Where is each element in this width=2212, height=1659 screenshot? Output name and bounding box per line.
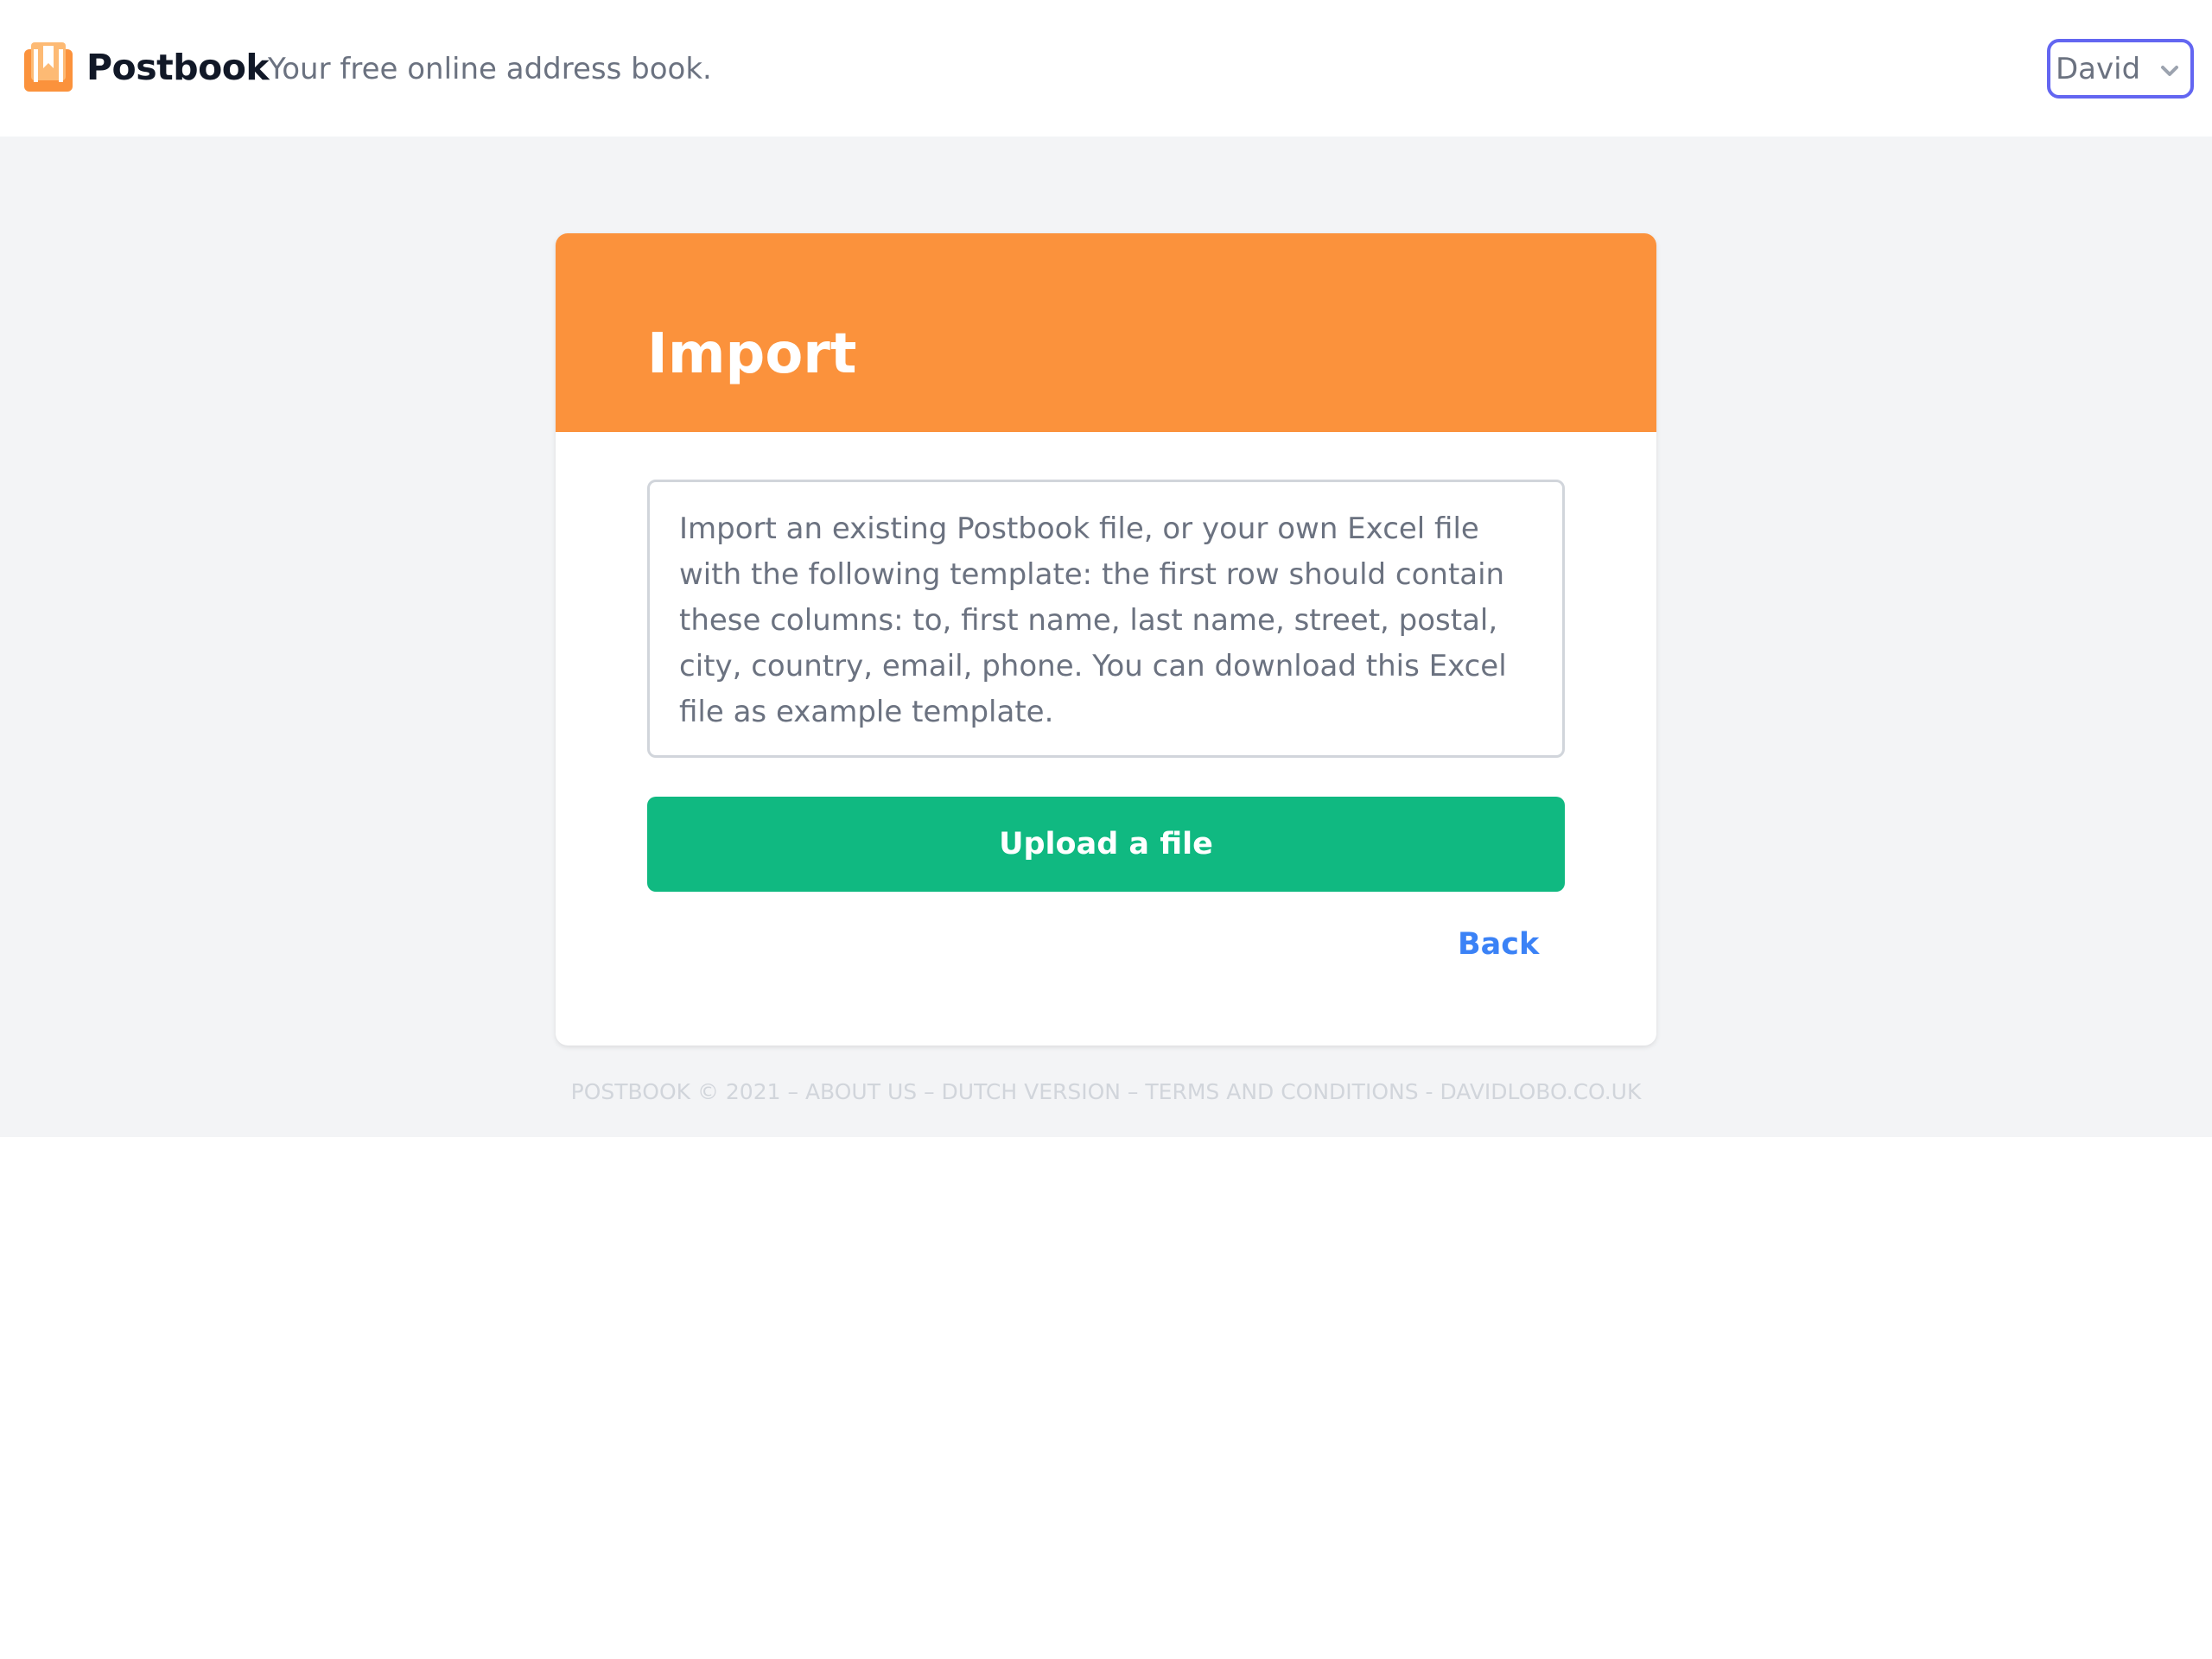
- footer-copyright: POSTBOOK © 2021: [570, 1079, 781, 1104]
- logo-icon: [24, 42, 73, 92]
- brand-name[interactable]: Postbook: [86, 43, 270, 92]
- page-title: Import: [647, 322, 857, 386]
- footer-dutch-version-link[interactable]: DUTCH VERSION: [942, 1079, 1121, 1104]
- footer-separator: -: [1418, 1079, 1440, 1104]
- footer: POSTBOOK © 2021 – ABOUT US – DUTCH VERSI…: [0, 1077, 2212, 1108]
- footer-separator: –: [917, 1079, 942, 1104]
- chevron-down-icon: [2161, 66, 2178, 76]
- footer-separator: –: [780, 1079, 805, 1104]
- footer-site-link[interactable]: DAVIDLOBO.CO.UK: [1440, 1079, 1642, 1104]
- main-content: Import Import an existing Postbook file,…: [0, 137, 2212, 1137]
- import-instructions: Import an existing Postbook file, or you…: [647, 480, 1565, 758]
- footer-about-link[interactable]: ABOUT US: [805, 1079, 917, 1104]
- user-select-value: David: [2056, 52, 2141, 86]
- top-navbar: Postbook Your free online address book. …: [0, 0, 2212, 137]
- user-select[interactable]: David: [2047, 39, 2194, 99]
- footer-separator: –: [1120, 1079, 1146, 1104]
- tagline: Your free online address book.: [268, 52, 712, 86]
- upload-file-button[interactable]: Upload a file: [647, 797, 1565, 892]
- import-card: Import Import an existing Postbook file,…: [556, 233, 1656, 1046]
- back-link[interactable]: Back: [1458, 925, 1539, 964]
- card-header: Import: [556, 233, 1656, 432]
- footer-terms-link[interactable]: TERMS AND CONDITIONS: [1145, 1079, 1418, 1104]
